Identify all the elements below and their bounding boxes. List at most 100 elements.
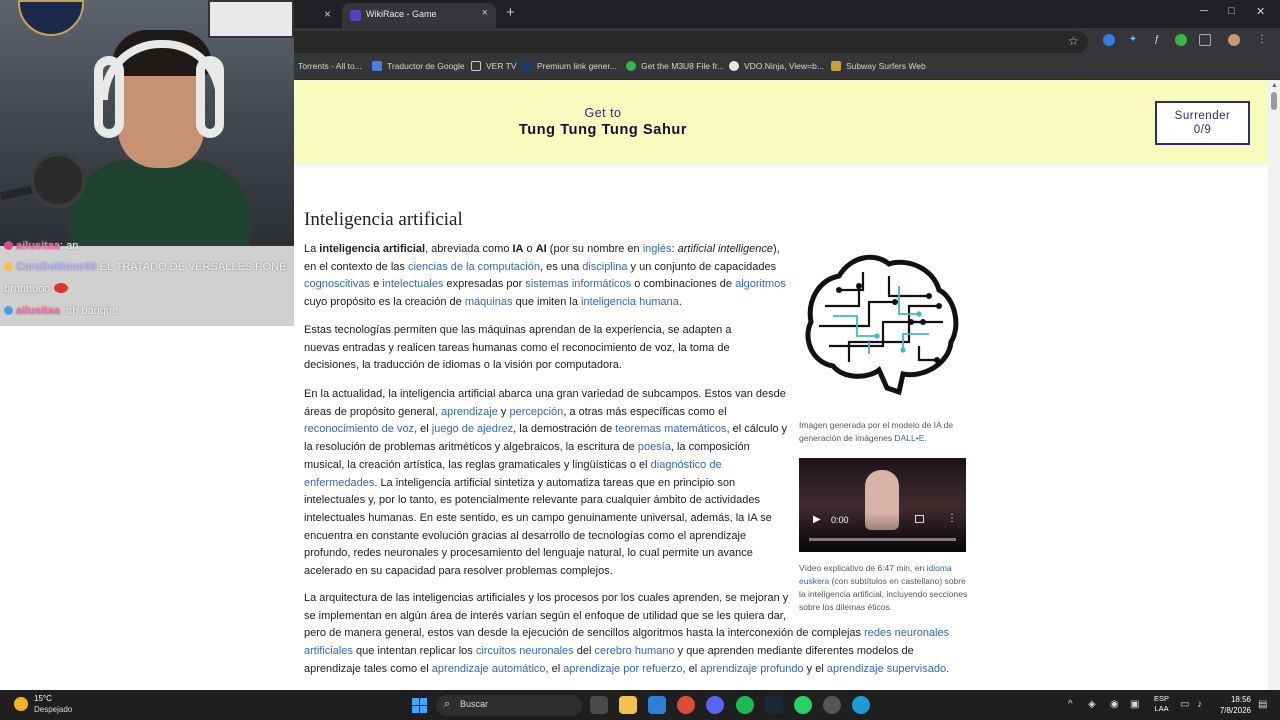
link-diagnostico[interactable]: diagnóstico de enfermedades bbox=[304, 459, 722, 489]
chat-emote-icon bbox=[4, 262, 13, 271]
bookmark-item[interactable]: Get the M3U8 File fr... bbox=[626, 61, 724, 71]
taskbar-clock[interactable]: 18:56 7/8/2026 bbox=[1215, 694, 1251, 716]
link-aprendizaje-supervisado[interactable]: aprendizaje supervisado bbox=[827, 663, 946, 675]
task-view-icon[interactable] bbox=[590, 696, 608, 714]
new-tab-button[interactable]: + bbox=[506, 4, 515, 21]
close-tab-icon[interactable]: × bbox=[482, 7, 488, 19]
link-aprendizaje-profundo[interactable]: aprendizaje profundo bbox=[700, 663, 803, 675]
bookmark-label: Get the M3U8 File fr... bbox=[641, 61, 725, 71]
tray-steam-icon[interactable]: ◈ bbox=[1088, 699, 1096, 710]
image-caption: Imagen generada por el modelo de IA de g… bbox=[799, 420, 954, 443]
video-caption-pre: Vídeo explicativo de 6:47 min, en bbox=[799, 563, 925, 573]
network-icon[interactable]: ▭ bbox=[1180, 699, 1189, 710]
edge-icon[interactable] bbox=[852, 696, 870, 714]
minimize-button[interactable]: ─ bbox=[1200, 5, 1208, 17]
page-scrollbar[interactable]: ▲ bbox=[1268, 80, 1280, 690]
chrome-icon[interactable] bbox=[677, 696, 695, 714]
tab-wikirace[interactable]: WikiRace - Game × bbox=[342, 3, 496, 28]
link-percepcion[interactable]: percepción bbox=[509, 406, 563, 418]
surrender-button[interactable]: Surrender 0/9 bbox=[1155, 101, 1250, 145]
address-bar[interactable] bbox=[294, 31, 1088, 53]
link-teoremas[interactable]: teoremas matemáticos bbox=[615, 423, 726, 435]
bookmark-star-icon[interactable]: ☆ bbox=[1068, 34, 1079, 48]
maximize-button[interactable]: □ bbox=[1228, 5, 1235, 17]
surrender-count: 0/9 bbox=[1193, 124, 1212, 136]
bookmark-item[interactable]: VDO.Ninja, View=b... bbox=[729, 61, 824, 71]
file-explorer-icon[interactable] bbox=[619, 696, 637, 714]
brain-circuit-image[interactable] bbox=[799, 246, 965, 408]
start-button[interactable] bbox=[412, 698, 427, 713]
chat-message: ailusitaa: an bbox=[4, 240, 78, 252]
link-cognoscitivas[interactable]: cognoscitivas bbox=[304, 278, 370, 290]
video-player[interactable]: ▶ 0:00 ⋮ bbox=[799, 458, 966, 552]
fullscreen-icon[interactable] bbox=[915, 515, 924, 523]
team-logo-icon bbox=[18, 0, 84, 36]
link-disciplina[interactable]: disciplina bbox=[582, 261, 627, 273]
weather-moon-icon[interactable] bbox=[14, 697, 28, 711]
link-dalle[interactable]: DALL•E bbox=[894, 433, 924, 443]
link-aprendizaje[interactable]: aprendizaje bbox=[441, 406, 498, 418]
keyboard-layout: LAA bbox=[1154, 704, 1169, 713]
paragraph-subcampos: En la actualidad, la inteligencia artifi… bbox=[304, 388, 788, 578]
bookmark-item[interactable]: Traductor de Google bbox=[372, 61, 465, 71]
link-icon bbox=[522, 61, 532, 71]
close-previous-tab-icon[interactable]: × bbox=[324, 7, 331, 21]
chat-badge-icon bbox=[4, 306, 13, 315]
link-algoritmos[interactable]: algoritmos bbox=[735, 278, 786, 290]
bookmark-item[interactable]: Premium link gener... bbox=[522, 61, 617, 71]
article-title: Inteligencia artificial bbox=[304, 209, 463, 230]
target-article: Tung Tung Tung Sahur bbox=[518, 122, 688, 138]
link-idioma[interactable]: idioma bbox=[927, 563, 952, 573]
volume-icon[interactable]: ♪ bbox=[1197, 699, 1202, 710]
translate-extension-icon[interactable]: ✦ bbox=[1127, 34, 1139, 46]
notification-icon[interactable]: ▤ bbox=[1258, 699, 1267, 710]
green-extension-icon[interactable] bbox=[1175, 34, 1187, 46]
link-aprendizaje-refuerzo[interactable]: aprendizaje por refuerzo bbox=[563, 663, 682, 675]
chat-username: CaroDeMono09 bbox=[16, 261, 97, 273]
taskbar-search[interactable]: ⌕ Buscar bbox=[436, 695, 582, 716]
photos-icon[interactable] bbox=[648, 696, 666, 714]
extension-icon[interactable] bbox=[1103, 34, 1115, 46]
link-juego-ajedrez[interactable]: juego de ajedrez bbox=[432, 423, 513, 435]
bookmark-item[interactable]: VER TV bbox=[471, 61, 517, 71]
scroll-up-icon[interactable]: ▲ bbox=[1271, 82, 1278, 89]
menu-kebab-icon[interactable]: ⋮ bbox=[1256, 34, 1268, 46]
link-reconocimiento-voz[interactable]: reconocimiento de voz bbox=[304, 423, 414, 435]
steam-icon[interactable] bbox=[765, 696, 783, 714]
link-intelectuales[interactable]: intelectuales bbox=[382, 278, 443, 290]
whatsapp-icon[interactable] bbox=[794, 696, 812, 714]
play-icon[interactable]: ▶ bbox=[813, 514, 821, 525]
obs-icon[interactable] bbox=[823, 696, 841, 714]
weather-temperature[interactable]: 15°C bbox=[34, 694, 52, 703]
spotify-icon[interactable] bbox=[736, 696, 754, 714]
tray-chevron-icon[interactable]: ^ bbox=[1068, 699, 1073, 710]
link-inteligencia-humana[interactable]: inteligencia humana bbox=[581, 296, 679, 308]
font-extension-icon[interactable]: ƒ bbox=[1151, 34, 1163, 46]
link-ingles[interactable]: inglés bbox=[643, 243, 672, 255]
tray-discord-icon[interactable]: ◉ bbox=[1110, 699, 1119, 710]
headphone-right bbox=[196, 56, 224, 138]
weather-condition[interactable]: Despejado bbox=[34, 705, 72, 714]
profile-avatar[interactable] bbox=[1228, 34, 1240, 46]
link-euskera[interactable]: euskera bbox=[799, 576, 829, 586]
tray-app-icon[interactable]: ▣ bbox=[1130, 699, 1139, 710]
close-window-button[interactable]: ✕ bbox=[1256, 5, 1265, 18]
link-cerebro-humano[interactable]: cerebro humano bbox=[594, 645, 674, 657]
link-ciencias-computacion[interactable]: ciencias de la computación bbox=[408, 261, 540, 273]
bookmark-item[interactable]: Torrents - All to... bbox=[298, 61, 362, 71]
browser-tab-bar: × WikiRace - Game × + ─ □ ✕ bbox=[294, 0, 1280, 28]
scrollbar-thumb[interactable] bbox=[1271, 92, 1277, 110]
extensions-puzzle-icon[interactable] bbox=[1199, 34, 1211, 46]
link-circuitos-neuronales[interactable]: circuitos neuronales bbox=[476, 645, 574, 657]
video-menu-icon[interactable]: ⋮ bbox=[947, 513, 957, 524]
bookmark-label: Subway Surfers Web bbox=[846, 61, 926, 71]
link-poesia[interactable]: poesía bbox=[638, 441, 671, 453]
chat-text: EL TRATADO DE VERSALLES PONE bbox=[99, 261, 287, 273]
link-sistemas-informaticos[interactable]: sistemas informáticos bbox=[525, 278, 631, 290]
discord-icon[interactable] bbox=[706, 696, 724, 714]
bookmark-item[interactable]: Subway Surfers Web bbox=[831, 61, 926, 71]
link-maquinas[interactable]: máquinas bbox=[465, 296, 513, 308]
language-indicator[interactable]: ESP LAA bbox=[1154, 694, 1169, 714]
video-progress-bar[interactable] bbox=[809, 538, 956, 541]
link-aprendizaje-automatico[interactable]: aprendizaje automático bbox=[432, 663, 546, 675]
